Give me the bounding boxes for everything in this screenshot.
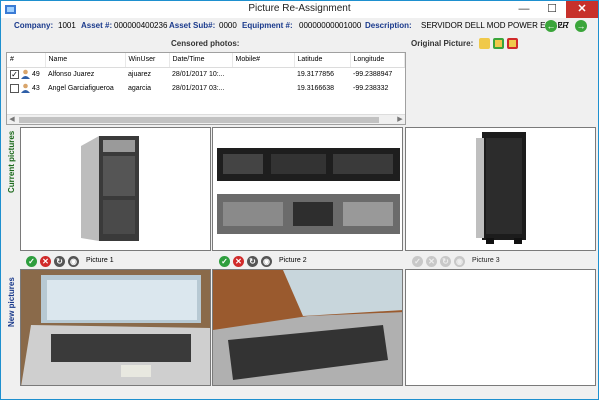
censored-photos-title: Censored photos:: [171, 39, 240, 48]
row-num: 43: [31, 84, 40, 92]
row-winuser: agarcia: [128, 84, 151, 92]
asset-label: Asset #:: [81, 21, 113, 30]
picture-1-actions: ✓ ✕ ↻ ◉ Picture 1: [26, 256, 206, 268]
new-picture-1[interactable]: [20, 269, 211, 386]
row-mobile: [232, 81, 294, 95]
scroll-left-icon[interactable]: ◀: [7, 115, 17, 124]
horizontal-scrollbar[interactable]: ◀ ▶: [7, 114, 405, 124]
accept-icon: ✓: [412, 256, 423, 267]
row-datetime: 28/01/2017 10:...: [172, 70, 225, 78]
asset-sub-label: Asset Sub#:: [169, 21, 216, 30]
picture-1-label: Picture 1: [86, 257, 114, 264]
asset-sub-value: 0000: [219, 21, 237, 30]
asset-value: 000000400236: [114, 21, 168, 30]
rotate-icon[interactable]: ↻: [54, 256, 65, 267]
new-picture-2[interactable]: [212, 269, 403, 386]
grid-header-row: # Name WinUser Date/Time Mobile# Latitud…: [7, 53, 405, 68]
col-datetime[interactable]: Date/Time: [169, 53, 233, 68]
row-datetime: 28/01/2017 03:...: [172, 84, 225, 92]
reject-icon[interactable]: ✕: [233, 256, 244, 267]
col-winuser[interactable]: WinUser: [125, 53, 170, 68]
col-longitude[interactable]: Longitude: [350, 53, 405, 68]
rack-server-image: [217, 148, 400, 234]
picture-3-actions: ✓ ✕ ↻ ◉ Picture 3: [412, 256, 592, 268]
table-row[interactable]: ✓ 49 Alfonso Juarez ajuarez 28/01/2017 1…: [7, 67, 405, 81]
original-picture-title: Original Picture:: [411, 39, 474, 48]
black-tower-server-image: [476, 132, 526, 244]
picture-3-label: Picture 3: [472, 257, 500, 264]
row-latitude: 19.3166638: [297, 84, 334, 92]
picture-2-label: Picture 2: [279, 257, 307, 264]
equipment-value: 0000000000100036: [299, 21, 361, 30]
col-mobile[interactable]: Mobile#: [232, 53, 295, 68]
current-pictures-label: Current pictures: [7, 130, 16, 193]
close-button[interactable]: ✕: [566, 1, 598, 18]
reject-icon: ✕: [426, 256, 437, 267]
new-pictures-label: New pictures: [7, 277, 16, 327]
user-avatar-icon: [21, 83, 30, 93]
reject-icon[interactable]: ✕: [40, 256, 51, 267]
pager-text: 2/7: [558, 21, 570, 30]
asset-info-bar: Company: 1001 Asset #: 000000400236 Asse…: [2, 19, 598, 34]
view-icon[interactable]: ◉: [68, 256, 79, 267]
user-avatar-icon: [21, 69, 30, 80]
maximize-button[interactable]: ☐: [539, 1, 565, 18]
row-longitude: -99.2388947: [353, 70, 393, 78]
row-name: Alfonso Juarez: [48, 70, 95, 78]
title-bar: Picture Re-Assignment — ☐ ✕: [1, 1, 598, 18]
description-label: Description:: [365, 21, 412, 30]
scroll-thumb[interactable]: [19, 117, 379, 123]
row-winuser: ajuarez: [128, 70, 151, 78]
row-num: 49: [31, 71, 40, 79]
accept-icon[interactable]: ✓: [219, 256, 230, 267]
company-value: 1001: [58, 21, 76, 30]
prev-arrow-icon[interactable]: ←: [545, 20, 557, 32]
laptop-photo-1-image: [21, 270, 210, 385]
current-picture-3[interactable]: [405, 127, 596, 251]
col-num[interactable]: #: [7, 53, 46, 68]
col-latitude[interactable]: Latitude: [294, 53, 351, 68]
equipment-label: Equipment #:: [242, 21, 293, 30]
picture-2-actions: ✓ ✕ ↻ ◉ Picture 2: [219, 256, 399, 268]
company-label: Company:: [14, 21, 54, 30]
remove-icon[interactable]: [507, 38, 518, 49]
window-title: Picture Re-Assignment: [248, 3, 351, 14]
current-picture-2[interactable]: [212, 127, 403, 251]
view-icon[interactable]: ◉: [261, 256, 272, 267]
laptop-photo-2-image: [213, 270, 402, 385]
row-checkbox[interactable]: [10, 83, 19, 93]
col-name[interactable]: Name: [45, 53, 126, 68]
row-longitude: -99.238332: [353, 84, 389, 92]
row-mobile: [232, 67, 294, 81]
scroll-right-icon[interactable]: ▶: [395, 115, 405, 124]
censored-photos-grid: # Name WinUser Date/Time Mobile# Latitud…: [6, 52, 406, 125]
search-icon[interactable]: [479, 38, 490, 49]
rotate-icon[interactable]: ↻: [247, 256, 258, 267]
current-picture-1[interactable]: [20, 127, 211, 251]
row-name: Angel Garciafigueroa: [48, 84, 114, 92]
view-icon: ◉: [454, 256, 465, 267]
accept-icon[interactable]: ✓: [26, 256, 37, 267]
tower-server-image: [81, 136, 139, 241]
table-row[interactable]: 43 Angel Garciafigueroa agarcia 28/01/20…: [7, 81, 405, 95]
row-latitude: 19.3177856: [297, 70, 334, 78]
minimize-button[interactable]: —: [511, 1, 537, 18]
next-arrow-icon[interactable]: →: [575, 20, 587, 32]
add-icon[interactable]: [493, 38, 504, 49]
row-checkbox[interactable]: ✓: [10, 69, 19, 79]
picture-reassignment-window: Picture Re-Assignment — ☐ ✕ Company: 100…: [0, 0, 599, 400]
rotate-icon: ↻: [440, 256, 451, 267]
new-picture-3[interactable]: [405, 269, 596, 386]
